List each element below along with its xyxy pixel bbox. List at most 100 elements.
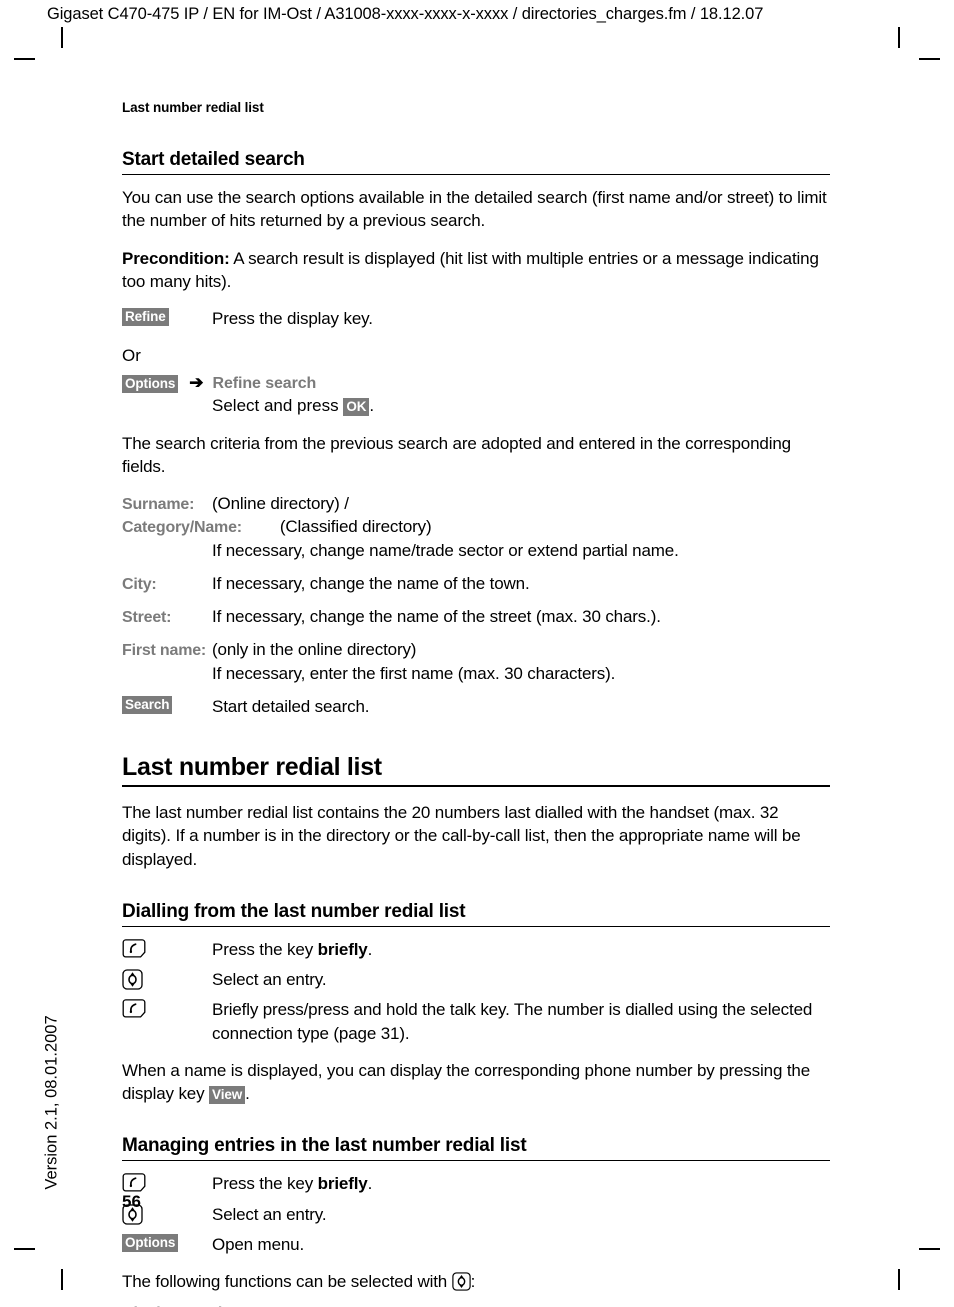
functions-intro: The following functions can be selected … <box>122 1270 830 1293</box>
dialling-note: When a name is displayed, you can displa… <box>122 1059 830 1105</box>
talk-key-icon[interactable] <box>122 1173 146 1192</box>
menu-path-row: Options ➔ Refine search <box>122 373 830 394</box>
field-label-category-name: Category/Name: <box>122 519 242 537</box>
chapter-rule <box>122 784 830 788</box>
crop-mark-top-left-horizontal <box>14 58 35 60</box>
step-text-suffix: . <box>367 1174 373 1194</box>
heading-managing-entries: Managing entries in the last number redi… <box>122 1135 527 1157</box>
step-open-menu: Options Open menu. <box>122 1233 830 1256</box>
menu-path-instruction-prefix: Select and press <box>212 396 344 416</box>
step-text-search: Start detailed search. <box>212 696 370 716</box>
step-press-talk-key: Press the key briefly. <box>122 1172 830 1195</box>
display-key-search[interactable]: Search <box>122 695 173 714</box>
menu-item-refine-search[interactable]: Refine search <box>213 375 317 393</box>
step-text-suffix: . <box>367 939 373 959</box>
heading-rule <box>122 1160 830 1162</box>
display-key-refine[interactable]: Refine <box>122 307 169 326</box>
display-key-view[interactable]: View <box>209 1086 246 1104</box>
field-note-first-name: If necessary, enter the first name (max.… <box>212 663 616 683</box>
menu-path-instruction-suffix: . <box>369 396 375 416</box>
version-footer: Version 2.1, 08.01.2007 <box>42 1015 61 1190</box>
menu-path-instruction: Select and press OK. <box>212 394 830 417</box>
field-row-first-name: First name: (only in the online director… <box>122 638 830 661</box>
field-label-surname: Surname: <box>122 495 195 513</box>
step-key-cell: Refine <box>122 307 212 327</box>
talk-key-icon[interactable] <box>122 939 146 958</box>
field-desc-first-name: (only in the online directory) <box>212 640 417 660</box>
dialling-step-list: Press the key briefly. Select an entry. <box>122 938 830 1045</box>
step-key-cell <box>122 968 212 991</box>
heading-rule <box>122 173 830 176</box>
field-desc-city: If necessary, change the name of the tow… <box>212 573 530 593</box>
field-label-first-name: First name: <box>122 642 207 660</box>
field-desc-street: If necessary, change the name of the str… <box>212 607 661 627</box>
step-press-talk-key: Press the key briefly. <box>122 938 830 961</box>
field-row-surname: Surname: (Online directory) / <box>122 492 830 515</box>
functions-intro-suffix: : <box>470 1271 476 1291</box>
dialling-note-suffix: . <box>245 1084 250 1103</box>
nav-key-icon[interactable] <box>451 1272 471 1291</box>
talk-key-icon[interactable] <box>122 999 146 1018</box>
nav-key-icon[interactable] <box>122 969 143 990</box>
display-key-options[interactable]: Options <box>122 1233 179 1252</box>
redial-list-intro: The last number redial list contains the… <box>122 803 801 869</box>
manual-page: Gigaset C470-475 IP / EN for IM-Ost / A3… <box>0 0 954 1307</box>
field-row-street: Street: If necessary, change the name of… <box>122 605 830 628</box>
page-number: 56 <box>122 1192 141 1211</box>
display-key-options[interactable]: Options <box>122 375 179 394</box>
step-key-cell <box>122 998 212 1019</box>
crop-mark-top-right-horizontal <box>919 58 940 60</box>
step-press-hold-talk-key: Briefly press/press and hold the talk ke… <box>122 998 830 1044</box>
step-text: Briefly press/press and hold the talk ke… <box>212 1000 813 1043</box>
step-search: Search Start detailed search. <box>122 695 830 718</box>
arrow-right-icon: ➔ <box>189 373 204 393</box>
field-label-city: City: <box>122 575 157 593</box>
heading-start-detailed-search: Start detailed search <box>122 149 305 170</box>
running-title: Last number redial list <box>122 100 264 115</box>
step-text: Select an entry. <box>212 970 327 990</box>
crop-mark-bottom-left-horizontal <box>14 1248 35 1250</box>
step-key-cell-search: Search <box>122 695 212 715</box>
precondition-label: Precondition: <box>122 248 230 268</box>
precondition-paragraph: Precondition: A search result is display… <box>122 247 830 293</box>
field-desc-surname: (Online directory) / <box>212 493 349 513</box>
heading-last-number-redial-list: Last number redial list <box>122 753 382 782</box>
step-text: Press the key briefly. <box>212 1172 830 1195</box>
step-key-cell <box>122 1172 212 1193</box>
display-key-ok[interactable]: OK <box>343 398 370 417</box>
step-select-entry: Select an entry. <box>122 968 830 991</box>
field-note-category-name: If necessary, change name/trade sector o… <box>212 540 679 560</box>
step-text: Select an entry. <box>212 1204 327 1224</box>
refine-step-list: Refine Press the display key. <box>122 307 830 330</box>
field-desc-category-name: (Classified directory) <box>279 517 432 537</box>
step-key-cell <box>122 938 212 959</box>
step-text-bold: briefly <box>317 939 368 959</box>
crop-mark-bottom-right-vertical <box>898 1269 900 1290</box>
step-text-prefix: Press the key <box>212 939 318 959</box>
field-row-city: City: If necessary, change the name of t… <box>122 572 830 595</box>
field-row-category-name: Category/Name: (Classified directory) <box>122 515 830 538</box>
search-field-list: Surname: (Online directory) / Category/N… <box>122 492 830 718</box>
step-text: Open menu. <box>212 1234 305 1254</box>
step-text: Press the key briefly. <box>212 938 830 961</box>
functions-intro-prefix: The following functions can be selected … <box>122 1271 452 1291</box>
crop-mark-bottom-right-horizontal <box>919 1248 940 1250</box>
crop-mark-top-left-vertical <box>61 27 63 48</box>
step-text: Press the display key. <box>212 308 373 328</box>
step-key-cell: Options <box>122 1233 212 1253</box>
step-text-prefix: Press the key <box>212 1174 318 1194</box>
or-separator: Or <box>122 346 141 366</box>
detailed-search-intro: You can use the search options available… <box>122 188 827 231</box>
step-select-entry: Select an entry. <box>122 1203 830 1226</box>
field-label-street: Street: <box>122 609 172 627</box>
crop-mark-top-right-vertical <box>898 27 900 48</box>
heading-rule <box>122 925 830 927</box>
step-refine: Refine Press the display key. <box>122 307 830 330</box>
page-content: Last number redial list Start detailed s… <box>122 100 830 1307</box>
step-text-bold: briefly <box>317 1174 368 1194</box>
heading-dialling-from-redial-list: Dialling from the last number redial lis… <box>122 900 466 922</box>
adopted-criteria-text: The search criteria from the previous se… <box>122 433 791 476</box>
